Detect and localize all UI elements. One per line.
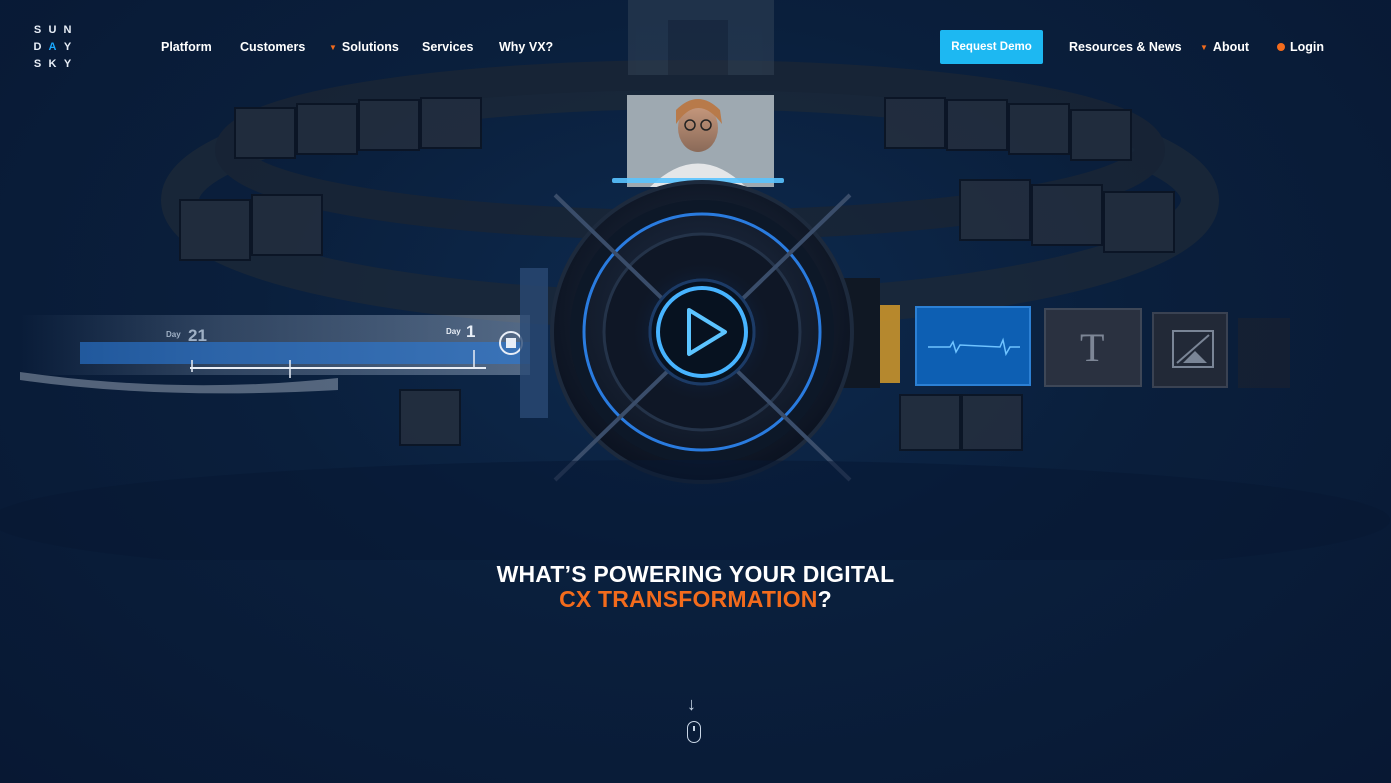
headline-suffix: ? (817, 586, 832, 612)
video-lens-device (550, 180, 854, 484)
nav-about-label: About (1212, 40, 1250, 54)
nav-login[interactable]: Login (1277, 38, 1324, 56)
hero-headline: WHAT’S POWERING YOUR DIGITAL CX TRANSFOR… (0, 562, 1391, 612)
timeline-day-right-value: 1 (466, 322, 476, 341)
nav-solutions[interactable]: ▼ Solutions (329, 38, 399, 58)
scroll-down-arrow-icon[interactable]: ↓ (687, 694, 696, 714)
nav-why-vx[interactable]: Why VX? (499, 38, 553, 56)
text-tile-glyph: T (1080, 325, 1105, 370)
nav-resources-news[interactable]: Resources & News (1069, 38, 1182, 56)
nav-platform[interactable]: Platform (161, 38, 212, 56)
request-demo-button[interactable]: Request Demo (940, 30, 1043, 64)
login-dot-icon (1277, 43, 1285, 51)
nav-customers[interactable]: Customers (240, 38, 305, 56)
nav-about[interactable]: ▼ About (1200, 38, 1249, 58)
headline-highlight: CX TRANSFORMATION (559, 586, 818, 612)
hero-illustration (0, 0, 1390, 560)
dropdown-caret-icon: ▼ (329, 43, 337, 52)
nav-solutions-label: Solutions (341, 40, 399, 54)
timeline-day-left-label: Day (166, 330, 181, 339)
timeline-day-right-label: Day (446, 327, 461, 336)
nav-login-label: Login (1290, 40, 1325, 54)
main-nav: Platform Customers ▼ Solutions Services W… (0, 38, 1391, 58)
left-bracket (520, 268, 548, 418)
customer-photo-card (612, 95, 784, 187)
hero-graphic: Day 21 Day 1 T (0, 0, 1391, 560)
right-tile-strip (868, 305, 1290, 388)
timeline-day-left-value: 21 (188, 326, 207, 345)
mouse-icon[interactable] (687, 721, 701, 743)
headline-line-1: WHAT’S POWERING YOUR DIGITAL (496, 561, 895, 587)
nav-services[interactable]: Services (422, 38, 473, 56)
dropdown-caret-icon: ▼ (1200, 43, 1208, 52)
